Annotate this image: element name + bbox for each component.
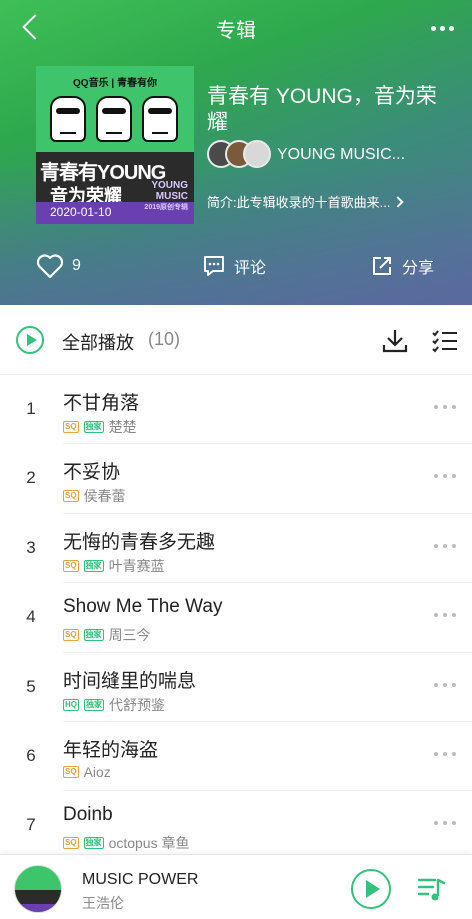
quality-badge: SQ <box>63 765 79 778</box>
song-row[interactable]: 3 无悔的青春多无趣 SQ 独家 叶青赛蓝 <box>0 514 472 584</box>
comment-icon <box>204 256 224 276</box>
more-options-button[interactable] <box>426 18 458 38</box>
cover-illustration <box>50 92 180 150</box>
song-more-icon[interactable] <box>434 682 456 689</box>
quality-badge: SQ <box>63 837 79 850</box>
artist-avatars <box>207 140 271 170</box>
play-all-label[interactable]: 全部播放 <box>62 329 134 355</box>
avatar <box>243 140 271 168</box>
share-button[interactable]: 分享 <box>370 248 434 284</box>
song-count: (10) <box>148 329 181 349</box>
more-dots-icon <box>430 25 436 31</box>
mini-player[interactable]: MUSIC POWER 王浩伦 <box>0 854 472 919</box>
quality-badge: SQ <box>63 421 79 433</box>
song-row[interactable]: 2 不妥协 SQ 侯春蕾 <box>0 444 472 514</box>
song-row[interactable]: 6 年轻的海盗 SQ Aioz <box>0 722 472 792</box>
exclusive-badge: 独家 <box>84 698 104 711</box>
playlist-icon <box>417 878 446 901</box>
song-artist: 代舒预鉴 <box>109 696 165 713</box>
quality-badge: SQ <box>63 559 79 572</box>
song-row[interactable]: 1 不甘角落 SQ 独家 楚楚 <box>0 375 472 445</box>
song-number: 1 <box>26 399 36 418</box>
comment-label: 评论 <box>234 260 267 277</box>
song-number: 6 <box>26 745 36 765</box>
page-title: 专辑 <box>216 20 256 42</box>
song-number: 5 <box>26 676 36 696</box>
artist-name: YOUNG MUSIC... <box>277 146 406 163</box>
now-playing-cover[interactable] <box>14 865 62 913</box>
cover-badge: YOUNG MUSIC 2019原创专辑 <box>144 180 188 211</box>
artist-row[interactable]: YOUNG MUSIC... <box>207 140 405 170</box>
quality-badge: SQ <box>63 629 79 642</box>
multi-select-icon <box>432 330 457 353</box>
song-artist: 叶青赛蓝 <box>108 557 165 574</box>
song-title: 不妥协 <box>63 462 121 484</box>
like-count: 9 <box>72 257 81 274</box>
song-title: Doinb <box>63 804 113 826</box>
song-title: 无悔的青春多无趣 <box>63 531 216 553</box>
like-button[interactable]: 9 <box>36 248 81 284</box>
song-artist: 侯春蕾 <box>83 488 126 505</box>
album-cover[interactable]: QQ音乐 | 青春有你 青春有YOUNG 音为荣耀 YOUNG MUSIC 20… <box>36 66 194 224</box>
song-more-icon[interactable] <box>434 474 456 480</box>
share-icon <box>373 257 391 275</box>
song-artist: 楚楚 <box>108 419 137 435</box>
playlist-button[interactable] <box>416 873 448 905</box>
cover-date: 2020-01-10 <box>50 205 112 219</box>
quality-badge: HQ <box>63 698 79 711</box>
song-more-icon[interactable] <box>434 543 456 550</box>
comment-button[interactable]: 评论 <box>202 248 266 284</box>
song-more-icon[interactable] <box>434 751 456 758</box>
share-label: 分享 <box>402 260 435 277</box>
song-row[interactable]: 7 Doinb SQ 独家 octopus 章鱼 <box>0 791 472 860</box>
song-more-icon[interactable] <box>434 821 456 827</box>
heart-icon <box>36 254 64 279</box>
song-number: 2 <box>26 468 36 488</box>
action-bar: 9 评论 分享 <box>0 248 472 284</box>
song-number: 3 <box>26 537 36 557</box>
now-playing-title: MUSIC POWER <box>82 871 199 888</box>
now-playing-artist: 王浩伦 <box>82 895 124 911</box>
quality-badge: SQ <box>63 490 79 503</box>
chevron-right-icon <box>392 195 405 208</box>
song-number: 7 <box>26 815 36 835</box>
exclusive-badge: 独家 <box>83 837 104 850</box>
cover-top-text: QQ音乐 | 青春有你 <box>73 78 157 89</box>
top-bar: 专辑 <box>0 0 472 56</box>
exclusive-badge: 独家 <box>83 421 104 433</box>
song-number: 4 <box>26 607 36 627</box>
song-title: 不甘角落 <box>63 393 140 414</box>
song-list: 1 不甘角落 SQ 独家 楚楚 2 不妥协 SQ 侯春蕾 3 无悔的青春多无趣 … <box>0 375 472 861</box>
song-more-icon[interactable] <box>434 405 456 411</box>
play-all-bar: 全部播放 (10) <box>0 305 472 375</box>
album-header: 专辑 QQ音乐 | 青春有你 青春有YOUNG 音为荣耀 YOUNG MUSIC… <box>0 0 472 305</box>
multi-select-button[interactable] <box>430 327 460 355</box>
album-title: 青春有 YOUNG，音为荣耀 <box>207 85 437 134</box>
song-artist: 周三今 <box>108 627 151 644</box>
download-icon <box>382 330 408 353</box>
album-intro[interactable]: 简介:此专辑收录的十首歌曲来... <box>207 192 405 211</box>
song-row[interactable]: 4 Show Me The Way SQ 独家 周三今 <box>0 583 472 653</box>
song-title: 时间缝里的喘息 <box>63 670 197 692</box>
song-more-icon[interactable] <box>434 613 456 619</box>
song-artist: Aioz <box>83 763 111 780</box>
play-all-icon[interactable] <box>16 326 44 354</box>
exclusive-badge: 独家 <box>83 559 104 572</box>
exclusive-badge: 独家 <box>83 629 104 642</box>
song-title: Show Me The Way <box>63 596 223 618</box>
song-row[interactable]: 5 时间缝里的喘息 HQ 独家 代舒预鉴 <box>0 653 472 722</box>
song-artist: octopus 章鱼 <box>108 835 190 852</box>
play-button[interactable] <box>351 869 391 909</box>
download-button[interactable] <box>380 327 410 355</box>
song-title: 年轻的海盗 <box>63 739 159 761</box>
